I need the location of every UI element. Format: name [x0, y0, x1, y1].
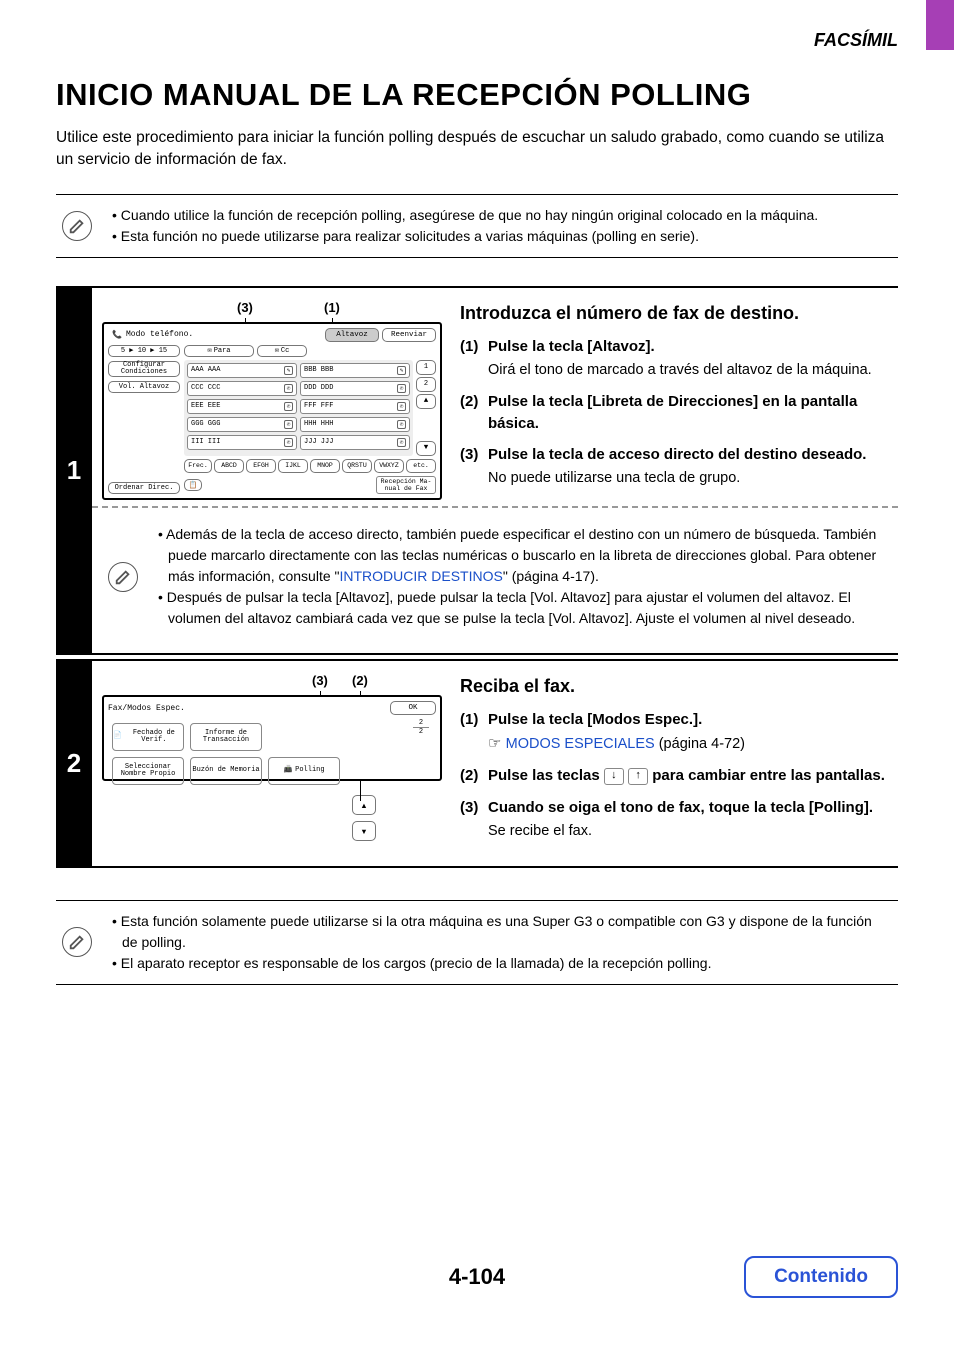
step1-item3-sub: No puede utilizarse una tecla de grupo. — [488, 468, 892, 489]
step-1-row: 1 (3) (1) 📞Modo teléfono. Altavoz Reenvi… — [56, 286, 898, 655]
scroll-down-button[interactable]: ▼ — [416, 441, 436, 456]
screen-title: Modo teléfono. — [126, 330, 193, 339]
note-item: • Además de la tecla de acceso directo, … — [158, 524, 878, 587]
mode-buzon-memoria[interactable]: Buzón de Memoria — [190, 757, 262, 785]
step2-item3-main: Cuando se oiga el tono de fax, toque la … — [488, 797, 892, 819]
step-2-row: 2 (3) (2) Fax/Modos Espec. OK 📄Fechado d… — [56, 659, 898, 867]
mode-informe-trans[interactable]: Informe de Transacción — [190, 723, 262, 751]
address-shortcut[interactable]: III III✆ — [187, 435, 297, 450]
pencil-note-icon — [108, 562, 138, 592]
page-down-button[interactable]: ▼ — [352, 821, 376, 841]
step2-item2-main: Pulse las teclas ↓ ↑ para cambiar entre … — [488, 765, 892, 787]
review-icon[interactable]: 📋 — [184, 479, 202, 491]
ok-button[interactable]: OK — [390, 701, 436, 715]
page-indicator: 1 — [416, 360, 436, 375]
cc-label: Cc — [281, 347, 289, 355]
step-number: 2 — [56, 659, 92, 867]
alpha-tab[interactable]: IJKL — [278, 459, 308, 473]
scale-button[interactable]: 5 ▶ 10 ▶ 15 — [108, 345, 180, 357]
note-item: • Cuando utilice la función de recepción… — [112, 205, 882, 226]
note-item: • El aparato receptor es responsable de … — [112, 953, 882, 974]
page-indicator: 2 — [416, 377, 436, 392]
address-shortcut[interactable]: JJJ JJJ✆ — [300, 435, 410, 450]
altavoz-button[interactable]: Altavoz — [325, 328, 379, 342]
step2-item3-sub: Se recibe el fax. — [488, 821, 892, 842]
section-header: FACSÍMIL — [56, 30, 898, 51]
note-box-top: • Cuando utilice la función de recepción… — [56, 194, 898, 258]
fax-modes-screen: Fax/Modos Espec. OK 📄Fechado de Verif. I… — [102, 695, 442, 781]
fax-address-screen: 📞Modo teléfono. Altavoz Reenviar 5 ▶ 10 … — [102, 322, 442, 500]
alpha-tab[interactable]: ABCD — [214, 459, 244, 473]
vol-altavoz-button[interactable]: Vol. Altavoz — [108, 381, 180, 393]
alpha-tab[interactable]: QRSTU — [342, 459, 372, 473]
step2-heading: Reciba el fax. — [460, 673, 894, 699]
alpha-tab[interactable]: EFGH — [246, 459, 276, 473]
step1-item2-main: Pulse la tecla [Libreta de Direcciones] … — [488, 391, 892, 435]
address-shortcut[interactable]: GGG GGG✆ — [187, 417, 297, 432]
intro-paragraph: Utilice este procedimiento para iniciar … — [56, 127, 898, 172]
ordenar-direc-button[interactable]: Ordenar Direc. — [108, 482, 180, 494]
callout-3: (3) — [312, 673, 328, 688]
pencil-note-icon — [62, 211, 92, 241]
manual-rx-label[interactable]: Recepción Ma- nual de Fax — [376, 476, 436, 494]
step1-heading: Introduzca el número de fax de destino. — [460, 300, 894, 326]
callout-1: (1) — [324, 300, 340, 315]
callout-3: (3) — [237, 300, 253, 315]
down-arrow-icon: ↓ — [604, 768, 624, 785]
up-arrow-icon: ↑ — [628, 768, 648, 785]
introducir-destinos-link[interactable]: INTRODUCIR DESTINOS — [340, 568, 503, 584]
screen2-title: Fax/Modos Espec. — [108, 704, 185, 713]
contents-button[interactable]: Contenido — [744, 1256, 898, 1298]
step1-item3-main: Pulse la tecla de acceso directo del des… — [488, 444, 892, 466]
section-color-tab — [926, 0, 954, 50]
address-shortcut[interactable]: BBB BBB✎ — [300, 363, 410, 378]
modos-especiales-link[interactable]: MODOS ESPECIALES — [506, 736, 655, 752]
mode-fechado-verif[interactable]: 📄Fechado de Verif. — [112, 723, 184, 751]
mid-note: • Además de la tecla de acceso directo, … — [102, 514, 894, 639]
note-item: • Esta función solamente puede utilizars… — [112, 911, 882, 953]
config-button[interactable]: Configurar Condiciones — [108, 361, 180, 377]
para-label: Para — [214, 347, 231, 355]
reenviar-button[interactable]: Reenviar — [382, 328, 436, 342]
step1-item1-main: Pulse la tecla [Altavoz]. — [488, 336, 892, 358]
note-item: • Después de pulsar la tecla [Altavoz], … — [158, 587, 878, 629]
note-item: • Esta función no puede utilizarse para … — [112, 226, 882, 247]
step1-item1-sub: Oirá el tono de marcado a través del alt… — [488, 360, 892, 381]
address-grid: AAA AAA✎BBB BBB✎ CCC CCC✆DDD DDD✆ EEE EE… — [184, 360, 413, 456]
alpha-tab[interactable]: MNOP — [310, 459, 340, 473]
mode-polling[interactable]: 📠Polling — [268, 757, 340, 785]
scroll-up-button[interactable]: ▲ — [416, 394, 436, 409]
pencil-note-icon — [62, 927, 92, 957]
note-box-bottom: • Esta función solamente puede utilizars… — [56, 900, 898, 985]
alpha-tab[interactable]: etc. — [406, 459, 436, 473]
alpha-tab[interactable]: VWXYZ — [374, 459, 404, 473]
page-up-button[interactable]: ▲ — [352, 795, 376, 815]
address-shortcut[interactable]: CCC CCC✆ — [187, 381, 297, 396]
frec-tab[interactable]: Frec. — [184, 459, 212, 473]
mode-seleccionar-nombre[interactable]: Seleccionar Nombre Propio — [112, 757, 184, 785]
page-title: INICIO MANUAL DE LA RECEPCIÓN POLLING — [56, 77, 898, 113]
step-number: 1 — [56, 286, 92, 655]
callout-2: (2) — [352, 673, 368, 688]
hand-pointer-icon: ☞ — [488, 735, 506, 752]
step2-item1-main: Pulse la tecla [Modos Espec.]. — [488, 709, 892, 731]
address-shortcut[interactable]: EEE EEE✆ — [187, 399, 297, 414]
address-shortcut[interactable]: HHH HHH✆ — [300, 417, 410, 432]
address-shortcut[interactable]: DDD DDD✆ — [300, 381, 410, 396]
address-shortcut[interactable]: AAA AAA✎ — [187, 363, 297, 378]
address-shortcut[interactable]: FFF FFF✆ — [300, 399, 410, 414]
